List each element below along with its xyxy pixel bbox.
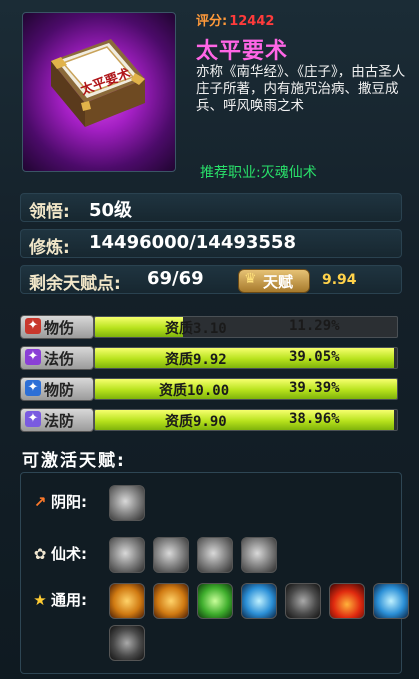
star-icon: ★ [33,591,47,609]
crown-icon: ♛ [244,271,257,287]
attribute-tag: ✦ 物防 [20,377,94,401]
item-icon-frame[interactable]: 太平要术 [22,12,176,172]
attribute-row: ✦ 法防 资质9.90 38.96% [20,407,398,432]
attribute-row: ✦ 物伤 资质3.10 11.29% [20,314,398,339]
attribute-aptitude: 资质10.00 [159,383,230,399]
attribute-bar: 资质3.10 11.29% [94,316,398,338]
magic-shield-icon: ✦ [25,411,41,427]
attribute-bar: 资质10.00 39.39% [94,378,398,400]
attribute-percent: 39.39% [289,380,340,396]
talent-skill-icon[interactable] [329,583,365,619]
talents-section-title: 可激活天赋: [22,451,126,471]
immortal-art-icon: ✿ [33,545,47,563]
attribute-tag: ✦ 物伤 [20,315,94,339]
talent-skill-icon[interactable] [373,583,409,619]
comprehension-label: 领悟: [29,202,70,222]
talents-box: ↗ 阴阳: ✿ 仙术: ★ 通用: [20,472,409,674]
talent-category: ★ 通用: [31,589,87,610]
comprehension-row: 领悟: 50级 [20,193,402,222]
talent-points-value: 69/69 [147,268,204,289]
talent-button-label: 天赋 [263,273,294,291]
attribute-aptitude: 资质9.92 [165,352,227,368]
attribute-aptitude: 资质9.90 [165,414,227,430]
talent-category: ↗ 阴阳: [31,491,87,512]
score-label: 评分: [196,14,228,29]
talent-skill-icon[interactable] [109,625,145,661]
attribute-bar: 资质9.90 38.96% [94,409,398,431]
talent-skill-icon[interactable] [109,485,145,521]
attribute-label: 法防 [44,412,75,430]
talent-category-label: 仙术: [51,545,87,563]
attribute-label: 物伤 [44,319,75,337]
talent-points-label: 剩余天赋点: [29,274,121,294]
attribute-row: ✦ 物防 资质10.00 39.39% [20,376,398,401]
attribute-tag: ✦ 法伤 [20,346,94,370]
talent-category: ✿ 仙术: [31,543,87,564]
skill-book-panel: 太平要术 评分: 12442 太平要术 亦称《南华经》、《庄子》，由古圣人庄子所著… [0,0,419,679]
magic-icon: ✦ [25,349,41,365]
cultivation-label: 修炼: [29,238,70,258]
talent-category-label: 通用: [51,591,87,609]
talent-skill-icon[interactable] [197,583,233,619]
talent-skill-icon[interactable] [241,537,277,573]
attribute-percent: 11.29% [289,318,340,334]
attribute-label: 法伤 [44,350,75,368]
attribute-label: 物防 [44,381,75,399]
talent-skill-icon[interactable] [109,583,145,619]
attribute-aptitude: 资质3.10 [165,321,227,337]
shield-icon: ✦ [25,380,41,396]
attribute-bar-fill [95,410,394,430]
cultivation-value: 14496000/14493558 [89,232,296,253]
attribute-row: ✦ 法伤 资质9.92 39.05% [20,345,398,370]
attribute-bar: 资质9.92 39.05% [94,347,398,369]
talent-skill-icon[interactable] [109,537,145,573]
cultivation-row: 修炼: 14496000/14493558 [20,229,402,258]
attribute-bar-fill [95,379,397,399]
yinyang-icon: ↗ [33,493,47,511]
attribute-percent: 38.96% [289,411,340,427]
attribute-tag: ✦ 法防 [20,408,94,432]
comprehension-value: 50级 [89,200,133,221]
talent-skill-icon[interactable] [241,583,277,619]
talent-skill-icon[interactable] [285,583,321,619]
sword-icon: ✦ [25,318,41,334]
talent-skill-icon[interactable] [197,537,233,573]
talent-skill-icon[interactable] [153,537,189,573]
item-description: 亦称《南华经》、《庄子》，由古圣人庄子所著，内有施咒治病、撒豆成兵、呼风唤雨之术 [196,64,406,114]
attribute-bar-fill [95,348,394,368]
talent-number: 9.94 [322,272,357,288]
score: 评分: 12442 [196,10,274,29]
talent-skill-icon[interactable] [153,583,189,619]
score-value: 12442 [229,14,275,29]
recommended-class: 推荐职业:灭魂仙术 [200,165,317,181]
attribute-percent: 39.05% [289,349,340,365]
item-title: 太平要术 [196,39,289,64]
talent-category-label: 阴阳: [51,493,87,511]
talent-button[interactable]: ♛ 天赋 [238,269,310,293]
